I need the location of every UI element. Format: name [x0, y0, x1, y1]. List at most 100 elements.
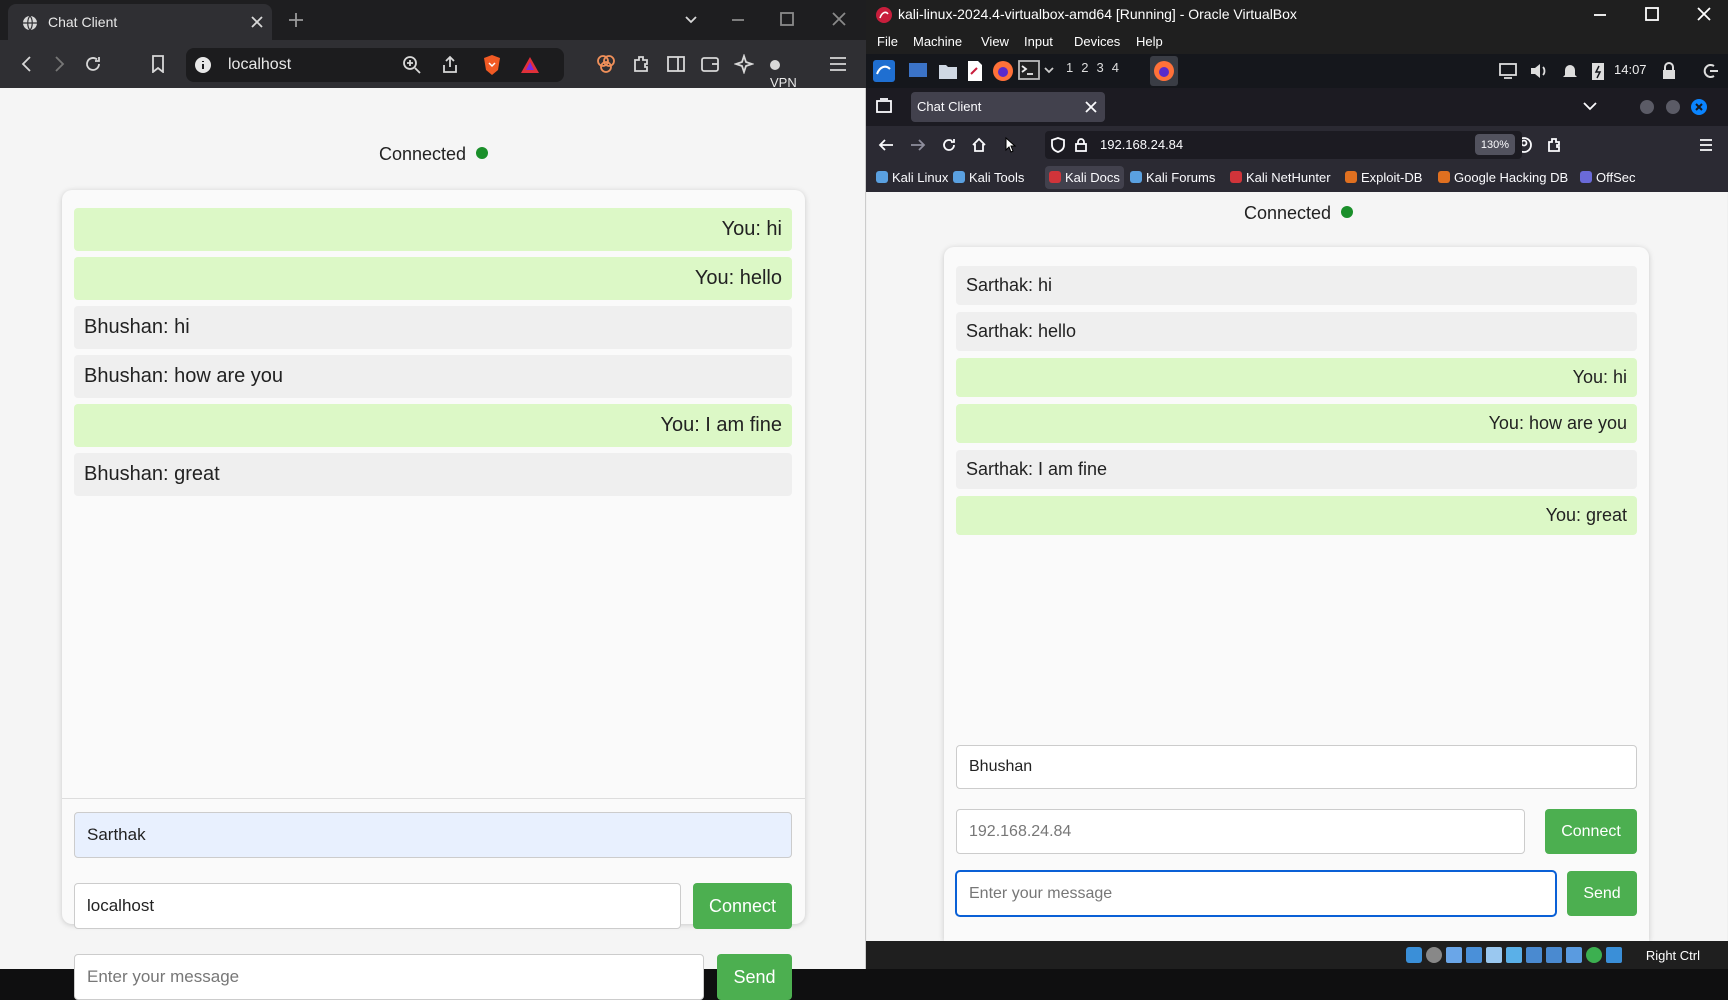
notifications-bell-icon[interactable]: [1562, 62, 1578, 80]
close-window-icon[interactable]: [832, 12, 846, 26]
lock-screen-icon[interactable]: [1661, 62, 1677, 80]
brave-rewards-icon[interactable]: [520, 56, 540, 74]
menu-help[interactable]: Help: [1136, 34, 1163, 49]
bookmark-icon[interactable]: [150, 55, 166, 73]
menu-file[interactable]: File: [877, 34, 898, 49]
close-window-icon[interactable]: [1691, 99, 1707, 115]
maximize-icon[interactable]: [1666, 100, 1680, 114]
display-icon[interactable]: [1499, 63, 1517, 79]
site-info-icon[interactable]: [194, 56, 212, 74]
active-window-firefox-icon[interactable]: [1150, 56, 1178, 86]
divider: [62, 798, 805, 799]
hard-disk-icon[interactable]: [1406, 947, 1422, 963]
server-address-input[interactable]: 192.168.24.84: [956, 809, 1525, 854]
bookmark-exploit-db[interactable]: Exploit-DB: [1345, 170, 1422, 185]
firefox-icon[interactable]: [992, 60, 1014, 82]
list-all-tabs-chevron-icon[interactable]: [1583, 101, 1597, 111]
menu-hamburger-icon[interactable]: [828, 55, 848, 73]
extension-leo-icon[interactable]: [596, 54, 616, 74]
wallet-icon[interactable]: [700, 54, 720, 74]
workspace-3[interactable]: 3: [1092, 60, 1107, 75]
maximize-icon[interactable]: [1645, 7, 1659, 21]
close-tab-icon[interactable]: [1085, 101, 1097, 113]
share-icon[interactable]: [440, 55, 460, 75]
tab-list-chevron-icon[interactable]: [684, 13, 698, 27]
leo-ai-star-icon[interactable]: [734, 54, 754, 74]
close-tab-icon[interactable]: [250, 15, 264, 29]
connect-button[interactable]: Connect: [693, 883, 792, 929]
minimize-icon[interactable]: [1640, 100, 1654, 114]
tracking-protection-shield-icon[interactable]: [1051, 137, 1065, 153]
status-dot-icon: [476, 147, 489, 159]
zoom-level-button[interactable]: 130%: [1475, 134, 1515, 155]
minimize-icon[interactable]: [731, 12, 745, 26]
usb-icon[interactable]: [1486, 947, 1502, 963]
text-editor-icon[interactable]: [966, 60, 984, 82]
reload-icon[interactable]: [941, 137, 957, 153]
workspace-1[interactable]: 1: [1062, 60, 1077, 75]
extensions-puzzle-icon[interactable]: [632, 54, 652, 74]
bookmark-offsec[interactable]: OffSec: [1580, 170, 1636, 185]
display-icon[interactable]: [1526, 947, 1542, 963]
message-input[interactable]: Enter your message: [74, 954, 704, 1000]
menu-machine[interactable]: Machine: [913, 34, 962, 49]
menu-view[interactable]: View: [981, 34, 1009, 49]
volume-icon[interactable]: [1530, 63, 1548, 79]
send-button[interactable]: Send: [1567, 871, 1637, 916]
minimize-icon[interactable]: [1593, 8, 1607, 22]
address-bar[interactable]: 192.168.24.84: [1045, 131, 1522, 159]
connect-button[interactable]: Connect: [1545, 809, 1637, 854]
cpu-icon[interactable]: [1566, 947, 1582, 963]
message-input[interactable]: Enter your message: [955, 870, 1557, 917]
new-tab-icon[interactable]: [288, 12, 304, 28]
workspace-4[interactable]: 4: [1108, 60, 1123, 75]
bookmark-google-hacking-db[interactable]: Google Hacking DB: [1438, 170, 1568, 185]
audio-icon[interactable]: [1446, 947, 1462, 963]
shared-folders-icon[interactable]: [1506, 947, 1522, 963]
host-key-icon[interactable]: [1606, 947, 1622, 963]
show-desktop-icon[interactable]: [908, 62, 928, 80]
logout-icon[interactable]: [1702, 62, 1718, 80]
maximize-icon[interactable]: [780, 12, 794, 26]
bookmark-kali-docs[interactable]: Kali Docs: [1045, 166, 1124, 189]
recording-icon[interactable]: [1546, 947, 1562, 963]
server-address-input[interactable]: localhost: [74, 883, 681, 929]
send-button[interactable]: Send: [717, 954, 792, 1000]
address-bar[interactable]: localhost: [186, 48, 564, 82]
bookmark-kali-forums[interactable]: Kali Forums: [1130, 170, 1215, 185]
browser-tab-chat-client[interactable]: Chat Client: [8, 4, 272, 40]
firefox-view-icon[interactable]: [876, 98, 892, 114]
forward-arrow-icon[interactable]: [50, 55, 68, 73]
extensions-puzzle-icon[interactable]: [1547, 137, 1563, 153]
brave-shields-icon[interactable]: [482, 54, 502, 76]
back-arrow-icon[interactable]: [878, 137, 894, 153]
menu-devices[interactable]: Devices: [1074, 34, 1120, 49]
browser-tab-chat-client[interactable]: Chat Client: [911, 92, 1105, 122]
bookmark-kali-linux[interactable]: Kali Linux: [876, 170, 948, 185]
bookmark-kali-tools[interactable]: Kali Tools: [953, 170, 1024, 185]
chat-controls: Bhushan 192.168.24.84 Connect Enter your…: [944, 740, 1649, 941]
power-battery-icon[interactable]: [1591, 61, 1605, 81]
lock-icon[interactable]: [1075, 138, 1087, 152]
file-manager-icon[interactable]: [938, 62, 958, 80]
zoom-icon[interactable]: [402, 55, 422, 75]
sidebar-icon[interactable]: [666, 54, 686, 74]
menu-hamburger-icon[interactable]: [1698, 137, 1714, 153]
terminal-icon[interactable]: [1018, 60, 1040, 80]
workspace-2[interactable]: 2: [1077, 60, 1092, 75]
vpn-button[interactable]: VPN: [770, 56, 797, 92]
username-input[interactable]: Sarthak: [74, 812, 792, 858]
optical-drive-icon[interactable]: [1426, 947, 1442, 963]
home-icon[interactable]: [971, 137, 987, 153]
menu-input[interactable]: Input: [1024, 34, 1053, 49]
username-input[interactable]: Bhushan: [956, 745, 1637, 789]
guest-additions-icon[interactable]: [1586, 947, 1602, 963]
terminal-dropdown-chevron-icon[interactable]: [1044, 66, 1054, 74]
reload-icon[interactable]: [83, 54, 103, 74]
close-window-icon[interactable]: [1697, 7, 1711, 21]
network-icon[interactable]: [1466, 947, 1482, 963]
bookmark-kali-nethunter[interactable]: Kali NetHunter: [1230, 170, 1331, 185]
back-arrow-icon[interactable]: [18, 55, 36, 73]
kali-menu-icon[interactable]: [872, 59, 896, 83]
forward-arrow-icon[interactable]: [910, 137, 926, 153]
